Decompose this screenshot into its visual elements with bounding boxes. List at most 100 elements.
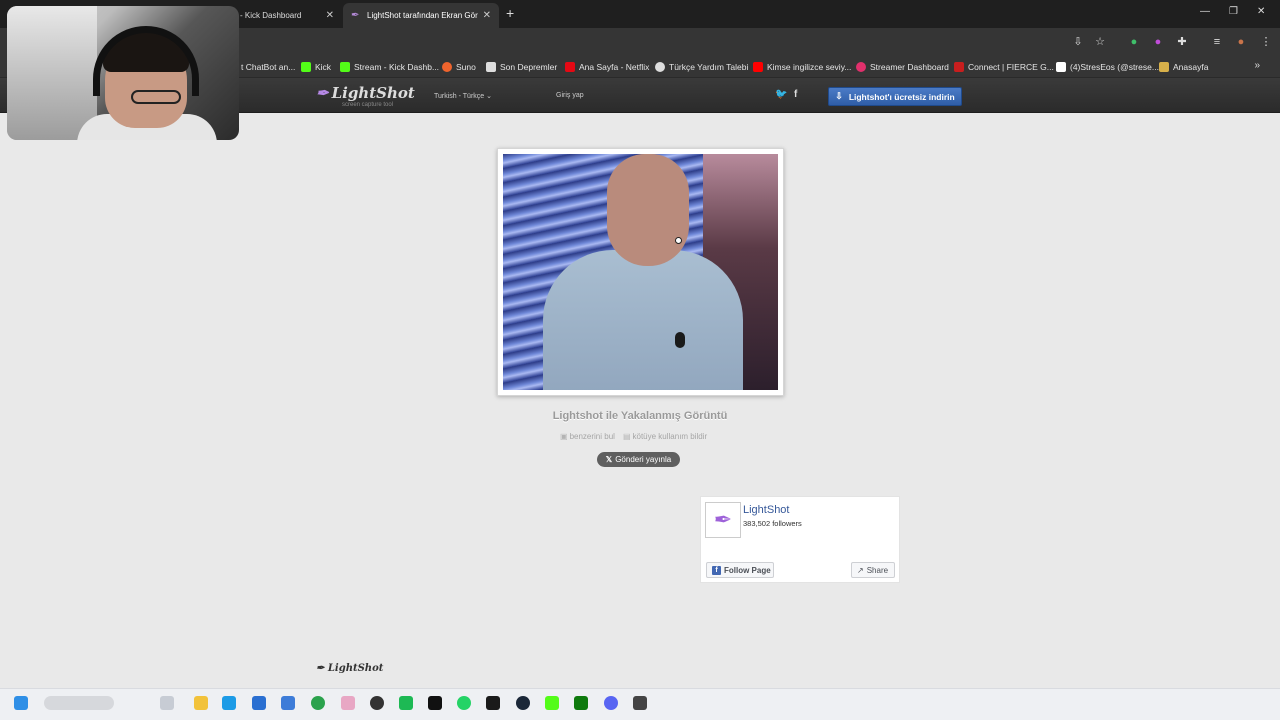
obs-icon[interactable] — [370, 696, 384, 710]
bookmark-item[interactable]: t ChatBot an... — [241, 56, 295, 78]
spotify-icon[interactable] — [399, 696, 413, 710]
extension-icon[interactable]: ● — [1151, 35, 1165, 49]
language-select[interactable]: Turkish - Türkçe ⌄ — [434, 92, 492, 100]
xbox-icon[interactable] — [574, 696, 588, 710]
bookmark-item[interactable]: Türkçe Yardım Talebi — [655, 56, 748, 78]
feather-icon: ✒ — [316, 663, 328, 674]
tab-label: - Kick Dashboard — [240, 11, 302, 20]
bookmark-item[interactable]: Connect | FIERCE G... — [954, 56, 1054, 78]
netflix-icon — [565, 62, 575, 72]
download-icon: ⇩ — [835, 91, 843, 101]
photo-person-face — [607, 154, 689, 266]
app-icon[interactable] — [486, 696, 500, 710]
help-icon — [655, 62, 665, 72]
report-link[interactable]: ▤ kötüye kullanım bildir — [623, 432, 707, 441]
kick-icon[interactable] — [545, 696, 559, 710]
bookmark-label: t ChatBot an... — [241, 62, 296, 72]
avatar[interactable]: ● — [1234, 35, 1248, 49]
find-similar-link[interactable]: ▣ benzerini bul — [560, 432, 615, 441]
bookmark-item[interactable]: Stream - Kick Dashb... — [340, 56, 439, 78]
fierce-icon — [954, 62, 964, 72]
fb-page-name[interactable]: LightShot — [743, 504, 789, 516]
bookmark-label: Kick — [315, 62, 332, 72]
microphone — [675, 332, 685, 348]
image-actions: ▣ benzerini bul ▤ kötüye kullanım bildir — [560, 432, 707, 441]
bookmark-item[interactable]: Kimse ingilizce seviy... — [753, 56, 851, 78]
window-close-icon[interactable]: ✕ — [1257, 6, 1265, 17]
tab-lightshot[interactable]: ✒ LightShot tarafından Ekran Gör ✕ — [343, 3, 499, 28]
facebook-icon: f — [712, 565, 721, 575]
extension-shield-icon[interactable]: ● — [1127, 35, 1141, 49]
feather-icon: ✒ — [351, 9, 360, 21]
footer-logo[interactable]: ✒ LightShot — [316, 663, 383, 674]
report-label: kötüye kullanım bildir — [632, 432, 708, 441]
close-icon[interactable]: ✕ — [483, 10, 491, 21]
download-button[interactable]: ⇩ Lightshot'ı ücretsiz indirin — [828, 87, 962, 106]
minimize-icon[interactable]: — — [1200, 6, 1210, 17]
image-caption: Lightshot ile Yakalanmış Görüntü — [552, 410, 728, 422]
terminal-icon[interactable] — [428, 696, 442, 710]
more-bookmarks-icon[interactable]: » — [1254, 60, 1260, 71]
screenshot-image[interactable] — [503, 154, 778, 390]
tiktok-icon — [1056, 62, 1066, 72]
post-button[interactable]: 𝕏 Gönderi yayınla — [597, 452, 680, 467]
steam-icon[interactable] — [516, 696, 530, 710]
follow-label: Follow Page — [724, 565, 771, 575]
restore-icon[interactable]: ❐ — [1229, 6, 1238, 17]
close-icon[interactable]: ✕ — [326, 10, 334, 21]
media-icon[interactable]: ≡ — [1210, 35, 1224, 49]
logo-text: LightShot — [331, 84, 415, 102]
bookmark-label: Ana Sayfa - Netflix — [579, 62, 650, 72]
bookmark-item[interactable]: Streamer Dashboard — [856, 56, 949, 78]
bookmark-label: Anasayfa — [1173, 62, 1209, 72]
photo-person-body — [543, 250, 743, 390]
task-view-icon[interactable] — [160, 696, 174, 710]
tab-kick-dashboard[interactable]: - Kick Dashboard ✕ — [232, 3, 342, 28]
chrome-icon[interactable] — [311, 696, 325, 710]
kick-icon — [340, 62, 350, 72]
bookmark-label: Streamer Dashboard — [870, 62, 949, 72]
follow-page-button[interactable]: f Follow Page — [706, 562, 774, 578]
headphones — [93, 26, 199, 96]
app-icon[interactable] — [633, 696, 647, 710]
page-icon — [486, 62, 496, 72]
login-link[interactable]: Giriş yap — [556, 92, 584, 99]
install-icon[interactable]: ⇩ — [1071, 35, 1085, 49]
bookmark-item[interactable]: Kick — [301, 56, 331, 78]
star-icon[interactable]: ☆ — [1093, 35, 1107, 49]
cursor-icon — [675, 237, 682, 244]
dashboard-icon — [856, 62, 866, 72]
share-button[interactable]: ↗ Share — [851, 562, 895, 578]
bookmark-label: Stream - Kick Dashb... — [354, 62, 440, 72]
footer-logo-text: LightShot — [327, 663, 384, 674]
download-label: Lightshot'ı ücretsiz indirin — [848, 91, 955, 102]
share-icon: ↗ — [857, 565, 864, 575]
puzzle-icon[interactable]: ✚ — [1175, 35, 1189, 49]
bookmark-item[interactable]: Ana Sayfa - Netflix — [565, 56, 649, 78]
windows-start-icon[interactable] — [14, 696, 28, 710]
feather-icon[interactable]: ✒ — [705, 502, 741, 538]
post-label: Gönderi yayınla — [615, 455, 672, 464]
whatsapp-icon[interactable] — [457, 696, 471, 710]
language-label: Turkish - Türkçe — [434, 93, 485, 100]
menu-icon[interactable]: ⋮ — [1259, 35, 1273, 49]
app-icon[interactable] — [281, 696, 295, 710]
search-input[interactable] — [44, 696, 114, 710]
bookmark-item[interactable]: Son Depremler — [486, 56, 557, 78]
bookmark-item[interactable]: Suno — [442, 56, 476, 78]
facebook-icon[interactable]: f — [794, 89, 797, 100]
site-logo[interactable]: ✒ LightShot — [316, 84, 415, 102]
kick-icon — [301, 62, 311, 72]
trash-icon: ▤ — [622, 432, 631, 441]
bookmark-label: Son Depremler — [500, 62, 558, 72]
new-tab-button[interactable]: + — [506, 5, 514, 21]
bookmark-item[interactable]: (4)StresEos (@strese... — [1056, 56, 1159, 78]
bookmark-label: Connect | FIERCE G... — [968, 62, 1054, 72]
twitter-icon[interactable]: 🐦 — [775, 89, 787, 100]
app-icon[interactable] — [341, 696, 355, 710]
edge-icon[interactable] — [222, 696, 236, 710]
store-icon[interactable] — [252, 696, 266, 710]
bookmark-item[interactable]: Anasayfa — [1159, 56, 1208, 78]
discord-icon[interactable] — [604, 696, 618, 710]
folder-icon[interactable] — [194, 696, 208, 710]
